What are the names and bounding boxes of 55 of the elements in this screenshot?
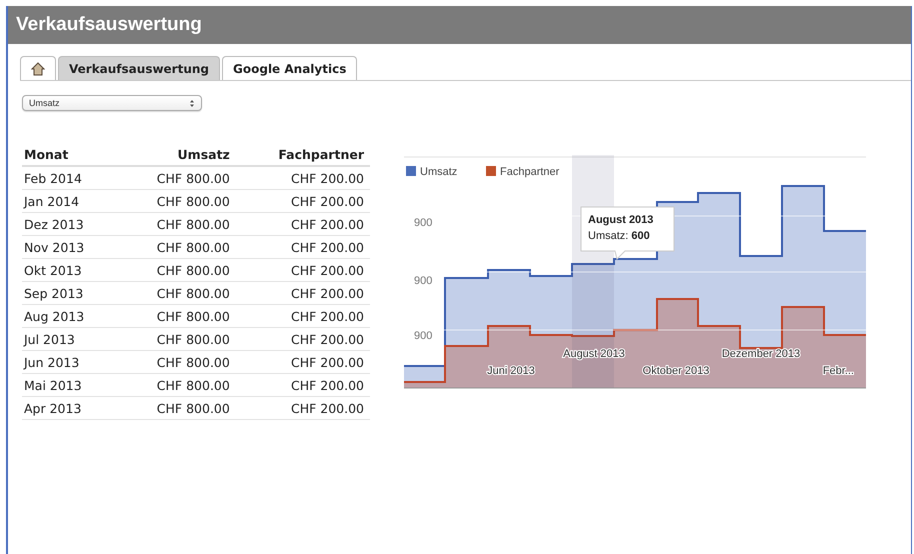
select-dropdown[interactable]: Umsatz: [22, 95, 202, 111]
table-cell: CHF 200.00: [236, 258, 370, 282]
column-header: Fachpartner: [236, 145, 370, 166]
legend-label: Umsatz: [420, 166, 458, 178]
window-title: Verkaufsauswertung: [8, 6, 911, 44]
table-cell: CHF 200.00: [236, 350, 370, 374]
table-cell: CHF 800.00: [120, 282, 236, 304]
home-tab[interactable]: [20, 56, 56, 80]
table-cell: CHF 200.00: [236, 304, 370, 328]
tooltip-title: August 2013: [588, 214, 654, 226]
table-cell: Jan 2014: [22, 190, 120, 212]
table-cell: CHF 200.00: [236, 236, 370, 258]
table-cell: CHF 800.00: [120, 190, 236, 212]
updown-icon: [189, 98, 195, 108]
table-cell: Nov 2013: [22, 236, 120, 258]
table-cell: Mai 2013: [22, 374, 120, 396]
table-cell: CHF 800.00: [120, 212, 236, 236]
column-header: Umsatz: [120, 145, 236, 166]
table-cell: CHF 200.00: [236, 396, 370, 420]
table-cell: CHF 800.00: [120, 350, 236, 374]
table-cell: CHF 800.00: [120, 328, 236, 350]
axis-label: Juni 2013: [487, 365, 535, 377]
table-cell: CHF 800.00: [120, 236, 236, 258]
table-cell: Jul 2013: [22, 328, 120, 350]
table-cell: Feb 2014: [22, 166, 120, 190]
axis-label: 900: [414, 275, 432, 287]
table-cell: CHF 800.00: [120, 374, 236, 396]
home-icon: [31, 62, 45, 76]
table-cell: CHF 200.00: [236, 166, 370, 190]
table-cell: Jun 2013: [22, 350, 120, 374]
table-cell: Okt 2013: [22, 258, 120, 282]
table-cell: CHF 200.00: [236, 328, 370, 350]
table-cell: CHF 800.00: [120, 396, 236, 420]
table-cell: CHF 200.00: [236, 212, 370, 236]
table-cell: CHF 800.00: [120, 166, 236, 190]
table-cell: CHF 200.00: [236, 190, 370, 212]
axis-label: 900: [414, 330, 432, 342]
tab[interactable]: Google Analytics: [222, 56, 358, 80]
axis-label: Oktober 2013: [642, 365, 710, 377]
table-cell: CHF 800.00: [120, 258, 236, 282]
table-cell: Aug 2013: [22, 304, 120, 328]
table-cell: CHF 200.00: [236, 282, 370, 304]
table-cell: Dez 2013: [22, 212, 120, 236]
axis-label: 900: [414, 217, 432, 229]
table-cell: Sep 2013: [22, 282, 120, 304]
table-cell: Apr 2013: [22, 396, 120, 420]
table-cell: CHF 800.00: [120, 304, 236, 328]
tab[interactable]: Verkaufsauswertung: [58, 56, 220, 80]
table-cell: CHF 200.00: [236, 374, 370, 396]
tooltip-text: Umsatz: 600: [588, 230, 650, 242]
axis-label: Dezember 2013: [722, 348, 800, 360]
column-header: Monat: [22, 145, 120, 166]
axis-label: Febr...: [822, 365, 854, 377]
axis-label: August 2013: [563, 348, 625, 360]
legend-label: Fachpartner: [500, 166, 560, 178]
